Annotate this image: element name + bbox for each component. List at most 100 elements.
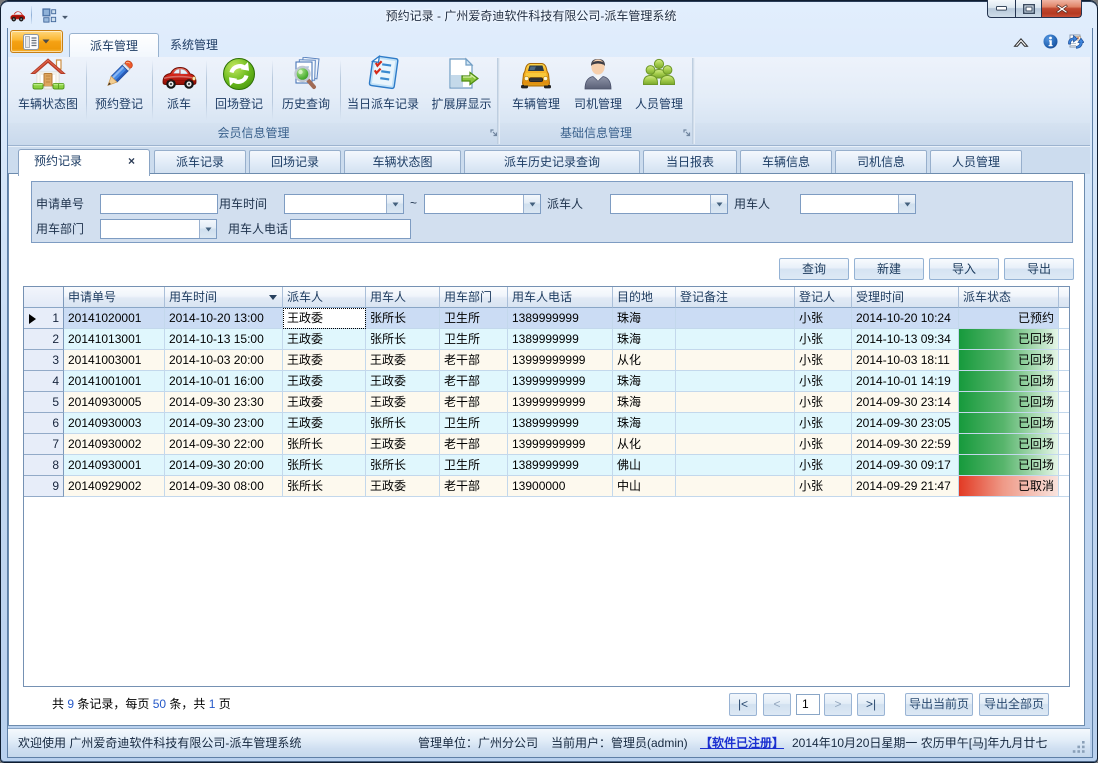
dropdown-arrow-icon[interactable]	[710, 195, 727, 213]
grid-cell[interactable]: 老干部	[440, 371, 508, 392]
grid-cell[interactable]: 王政委	[283, 308, 366, 329]
grid-cell[interactable]: 20141013001	[64, 329, 165, 350]
grid-cell[interactable]: 老干部	[440, 434, 508, 455]
grid-cell[interactable]	[676, 392, 795, 413]
grid-cell[interactable]: 13900000	[508, 476, 613, 497]
ribbon-button-people[interactable]: 人员管理	[628, 58, 690, 122]
grid-cell[interactable]	[676, 371, 795, 392]
ribbon-tab-1[interactable]: 派车管理	[69, 33, 159, 57]
column-header-7[interactable]: 目的地	[613, 287, 676, 308]
column-header-2[interactable]: 用车时间	[165, 287, 283, 308]
grid-cell[interactable]: 卫生所	[440, 455, 508, 476]
grid-cell[interactable]: 小张	[795, 371, 852, 392]
grid-cell[interactable]: 1389999999	[508, 455, 613, 476]
grid-cell[interactable]: 2014-09-30 22:59	[852, 434, 959, 455]
column-header-3[interactable]: 派车人	[283, 287, 366, 308]
grid-cell[interactable]: 珠海	[613, 392, 676, 413]
registered-link[interactable]: 【软件已注册】	[700, 729, 784, 757]
grid-cell[interactable]: 王政委	[366, 476, 440, 497]
grid-cell[interactable]: 2014-10-03 18:11	[852, 350, 959, 371]
document-tab-7[interactable]: 车辆信息	[740, 150, 832, 174]
grid-cell[interactable]: 珠海	[613, 329, 676, 350]
grid-cell[interactable]: 已回场	[959, 392, 1059, 413]
grid-cell[interactable]: 2014-09-30 23:14	[852, 392, 959, 413]
export-current-page-button[interactable]: 导出当前页	[905, 693, 973, 716]
grid-cell[interactable]: 卫生所	[440, 308, 508, 329]
document-tab-3[interactable]: 回场记录	[249, 150, 341, 174]
grid-cell[interactable]: 2014-09-30 08:00	[165, 476, 283, 497]
grid-cell[interactable]: 2014-10-03 20:00	[165, 350, 283, 371]
grid-cell[interactable]: 小张	[795, 413, 852, 434]
grid-cell[interactable]: 老干部	[440, 476, 508, 497]
grid-cell[interactable]: 20141001001	[64, 371, 165, 392]
grid-cell[interactable]: 老干部	[440, 350, 508, 371]
row-header[interactable]: 1	[24, 308, 64, 329]
grid-cell[interactable]: 已回场	[959, 329, 1059, 350]
prev-page-button[interactable]: <	[763, 693, 791, 716]
grid-cell[interactable]: 从化	[613, 350, 676, 371]
phone-input[interactable]	[290, 219, 411, 239]
grid-cell[interactable]: 王政委	[283, 392, 366, 413]
grid-cell[interactable]: 13999999999	[508, 392, 613, 413]
grid-cell[interactable]: 2014-10-13 09:34	[852, 329, 959, 350]
column-header-11[interactable]: 派车状态	[959, 287, 1059, 308]
minimize-button[interactable]	[987, 0, 1015, 18]
page-number-input[interactable]: 1	[796, 694, 820, 715]
dropdown-arrow-icon[interactable]	[523, 195, 540, 213]
grid-cell[interactable]: 王政委	[283, 329, 366, 350]
title-bar[interactable]: 预约记录 - 广州爱奇迪软件科技有限公司-派车管理系统	[2, 2, 1096, 28]
grid-cell[interactable]: 2014-09-29 21:47	[852, 476, 959, 497]
grid-cell[interactable]: 1389999999	[508, 413, 613, 434]
dialog-launcher-icon[interactable]	[683, 127, 692, 136]
export-button[interactable]: 导出	[1004, 258, 1074, 280]
grid-cell[interactable]: 小张	[795, 476, 852, 497]
ribbon-button-checklist[interactable]: 当日派车记录	[340, 58, 426, 122]
restore-button[interactable]	[1015, 0, 1042, 18]
grid-cell[interactable]: 已回场	[959, 434, 1059, 455]
document-tab-5[interactable]: 派车历史记录查询	[464, 150, 640, 174]
document-tab-8[interactable]: 司机信息	[835, 150, 927, 174]
document-tab-4[interactable]: 车辆状态图	[344, 150, 461, 174]
grid-cell[interactable]: 20141020001	[64, 308, 165, 329]
ribbon-button-driver[interactable]: 司机管理	[568, 58, 628, 122]
use-time-to-combo[interactable]	[424, 194, 541, 214]
row-header[interactable]: 6	[24, 413, 64, 434]
grid-cell[interactable]: 20140929002	[64, 476, 165, 497]
collapse-ribbon-icon[interactable]	[1013, 38, 1029, 48]
grid-cell[interactable]: 小张	[795, 329, 852, 350]
grid-cell[interactable]: 卫生所	[440, 413, 508, 434]
info-icon[interactable]	[1043, 34, 1058, 49]
column-header-6[interactable]: 用车人电话	[508, 287, 613, 308]
grid-cell[interactable]: 小张	[795, 392, 852, 413]
first-page-button[interactable]: |<	[729, 693, 757, 716]
row-header[interactable]: 3	[24, 350, 64, 371]
grid-cell[interactable]: 2014-10-01 16:00	[165, 371, 283, 392]
grid-cell[interactable]: 佛山	[613, 455, 676, 476]
grid-cell[interactable]: 已预约	[959, 308, 1059, 329]
grid-cell[interactable]: 2014-09-30 23:00	[165, 413, 283, 434]
grid-cell[interactable]: 2014-10-13 15:00	[165, 329, 283, 350]
grid-cell[interactable]: 小张	[795, 434, 852, 455]
grid-cell[interactable]	[676, 329, 795, 350]
grid-cell[interactable]: 2014-09-30 09:17	[852, 455, 959, 476]
grid-cell[interactable]: 已回场	[959, 455, 1059, 476]
grid-cell[interactable]: 张所长	[366, 455, 440, 476]
grid-cell[interactable]: 20140930003	[64, 413, 165, 434]
grid-cell[interactable]: 王政委	[283, 371, 366, 392]
new-button[interactable]: 新建	[854, 258, 924, 280]
export-all-pages-button[interactable]: 导出全部页	[979, 693, 1049, 716]
grid-cell[interactable]: 小张	[795, 308, 852, 329]
mail-switch-icon[interactable]	[1067, 33, 1084, 49]
grid-cell[interactable]: 王政委	[366, 350, 440, 371]
grid-cell[interactable]	[676, 434, 795, 455]
dropdown-arrow-icon[interactable]	[199, 220, 216, 238]
grid-cell[interactable]: 已回场	[959, 371, 1059, 392]
resize-grip[interactable]	[1072, 741, 1086, 753]
ribbon-tab-2[interactable]: 系统管理	[164, 33, 224, 57]
column-header-10[interactable]: 受理时间	[852, 287, 959, 308]
grid-cell[interactable]: 2014-09-30 20:00	[165, 455, 283, 476]
grid-cell[interactable]: 2014-10-20 10:24	[852, 308, 959, 329]
grid-cell[interactable]: 张所长	[283, 455, 366, 476]
grid-cell[interactable]: 小张	[795, 455, 852, 476]
grid-cell[interactable]: 20140930005	[64, 392, 165, 413]
